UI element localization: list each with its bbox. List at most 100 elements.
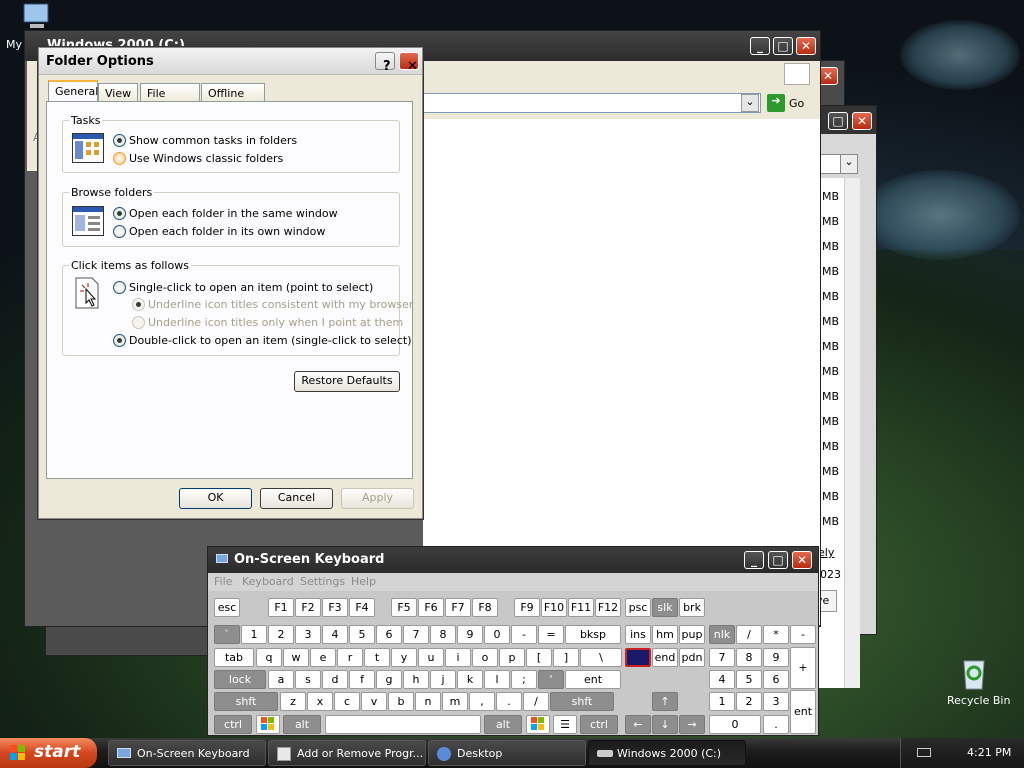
key-symbol[interactable]: - xyxy=(790,625,816,644)
key-d[interactable]: d xyxy=(322,670,348,689)
option-underline-browser[interactable]: Underline icon titles consistent with my… xyxy=(148,298,413,311)
key-end[interactable]: end xyxy=(652,648,678,667)
key-6[interactable]: 6 xyxy=(763,670,789,689)
osk-titlebar[interactable]: On-Screen Keyboard xyxy=(208,547,818,573)
radio-same-window[interactable] xyxy=(113,207,126,220)
address-input[interactable] xyxy=(423,93,761,113)
key-F6[interactable]: F6 xyxy=(418,598,444,617)
key-esc[interactable]: esc xyxy=(214,598,240,617)
maximize-icon[interactable]: □ xyxy=(768,551,788,569)
key-alt[interactable]: alt xyxy=(484,715,522,734)
key-ins[interactable]: ins xyxy=(625,625,651,644)
radio-underline-browser[interactable] xyxy=(132,298,145,311)
close-icon[interactable]: ✕ xyxy=(818,67,838,85)
key-tab[interactable]: tab xyxy=(214,648,254,667)
key-symbol[interactable]: * xyxy=(763,625,789,644)
key-symbol[interactable]: + xyxy=(790,647,816,689)
key-shft[interactable]: shft xyxy=(214,692,278,711)
radio-classic-folders[interactable] xyxy=(113,152,126,165)
tab-file-types[interactable]: File Types xyxy=(140,83,200,113)
key-9[interactable]: 9 xyxy=(763,648,789,667)
menu-file[interactable]: File xyxy=(214,575,232,588)
radio-underline-point[interactable] xyxy=(132,316,145,329)
key-symbol[interactable]: ← xyxy=(625,715,651,734)
scrollbar[interactable] xyxy=(844,178,860,688)
key-symbol[interactable]: \ xyxy=(580,648,622,667)
key-u[interactable]: u xyxy=(418,648,444,667)
minimize-icon[interactable]: _ xyxy=(750,37,770,55)
key-q[interactable]: q xyxy=(256,648,282,667)
key-brk[interactable]: brk xyxy=(679,598,705,617)
apply-button[interactable]: Apply xyxy=(341,488,414,509)
tab-general[interactable]: General xyxy=(48,80,98,103)
key-ctrl[interactable]: ctrl xyxy=(580,715,618,734)
option-own-window[interactable]: Open each folder in its own window xyxy=(129,225,325,238)
key-m[interactable]: m xyxy=(442,692,468,711)
key-symbol[interactable]: / xyxy=(523,692,549,711)
option-classic-folders[interactable]: Use Windows classic folders xyxy=(129,152,283,165)
close-icon[interactable]: ✕ xyxy=(852,112,872,130)
key-x[interactable]: x xyxy=(307,692,333,711)
restore-defaults-button[interactable]: Restore Defaults xyxy=(294,371,400,392)
key-t[interactable]: t xyxy=(364,648,390,667)
key-shft[interactable]: shft xyxy=(550,692,614,711)
key-2[interactable]: 2 xyxy=(268,625,294,644)
key-symbol[interactable]: ↑ xyxy=(652,692,678,711)
key-F11[interactable]: F11 xyxy=(568,598,594,617)
key-F1[interactable]: F1 xyxy=(268,598,294,617)
key-symbol[interactable]: ; xyxy=(511,670,537,689)
key-7[interactable]: 7 xyxy=(403,625,429,644)
key-a[interactable]: a xyxy=(268,670,294,689)
key-menu[interactable]: ☰ xyxy=(553,715,577,734)
menu-settings[interactable]: Settings xyxy=(300,575,345,588)
maximize-icon[interactable]: □ xyxy=(773,37,793,55)
key-psc[interactable]: psc xyxy=(625,598,651,617)
key-blank[interactable] xyxy=(625,648,651,667)
key-ent[interactable]: ent xyxy=(790,690,816,734)
key-g[interactable]: g xyxy=(376,670,402,689)
key-F8[interactable]: F8 xyxy=(472,598,498,617)
key-n[interactable]: n xyxy=(415,692,441,711)
key-F12[interactable]: F12 xyxy=(595,598,621,617)
clock[interactable]: 4:21 PM xyxy=(967,746,1011,759)
key-6[interactable]: 6 xyxy=(376,625,402,644)
key-ent[interactable]: ent xyxy=(565,670,621,689)
key-v[interactable]: v xyxy=(361,692,387,711)
key-symbol[interactable]: / xyxy=(736,625,762,644)
option-double-click[interactable]: Double-click to open an item (single-cli… xyxy=(129,334,411,347)
key-F7[interactable]: F7 xyxy=(445,598,471,617)
key-b[interactable]: b xyxy=(388,692,414,711)
option-show-common-tasks[interactable]: Show common tasks in folders xyxy=(129,134,297,147)
key-4[interactable]: 4 xyxy=(322,625,348,644)
key-0[interactable]: 0 xyxy=(709,715,761,734)
key-h[interactable]: h xyxy=(403,670,429,689)
option-same-window[interactable]: Open each folder in the same window xyxy=(129,207,338,220)
taskbar-item-windows-2000[interactable]: Windows 2000 (C:) xyxy=(588,740,746,766)
key-F9[interactable]: F9 xyxy=(514,598,540,617)
key-symbol[interactable]: ↓ xyxy=(652,715,678,734)
key-alt[interactable]: alt xyxy=(283,715,321,734)
key-c[interactable]: c xyxy=(334,692,360,711)
key-symbol[interactable]: [ xyxy=(526,648,552,667)
close-icon[interactable]: ✕ xyxy=(796,37,816,55)
radio-own-window[interactable] xyxy=(113,225,126,238)
taskbar-item-desktop[interactable]: Desktop xyxy=(428,740,586,766)
key-symbol[interactable]: , xyxy=(469,692,495,711)
key-k[interactable]: k xyxy=(457,670,483,689)
key-z[interactable]: z xyxy=(280,692,306,711)
taskbar-item-on-screen-keyboard[interactable]: On-Screen Keyboard xyxy=(108,740,266,766)
key-f[interactable]: f xyxy=(349,670,375,689)
key-j[interactable]: j xyxy=(430,670,456,689)
key-1[interactable]: 1 xyxy=(709,692,735,711)
recycle-bin-label[interactable]: Recycle Bin xyxy=(947,694,1010,707)
my-computer-label[interactable]: My xyxy=(6,38,22,51)
key-F3[interactable]: F3 xyxy=(322,598,348,617)
key-0[interactable]: 0 xyxy=(484,625,510,644)
key-bksp[interactable]: bksp xyxy=(565,625,621,644)
dropdown-icon[interactable]: ⌄ xyxy=(840,154,858,174)
key-lock[interactable]: lock xyxy=(214,670,266,689)
key-symbol[interactable]: ` xyxy=(214,625,240,644)
go-arrow-icon[interactable]: ➜ xyxy=(767,94,785,112)
key-e[interactable]: e xyxy=(310,648,336,667)
ok-button[interactable]: OK xyxy=(179,488,252,509)
